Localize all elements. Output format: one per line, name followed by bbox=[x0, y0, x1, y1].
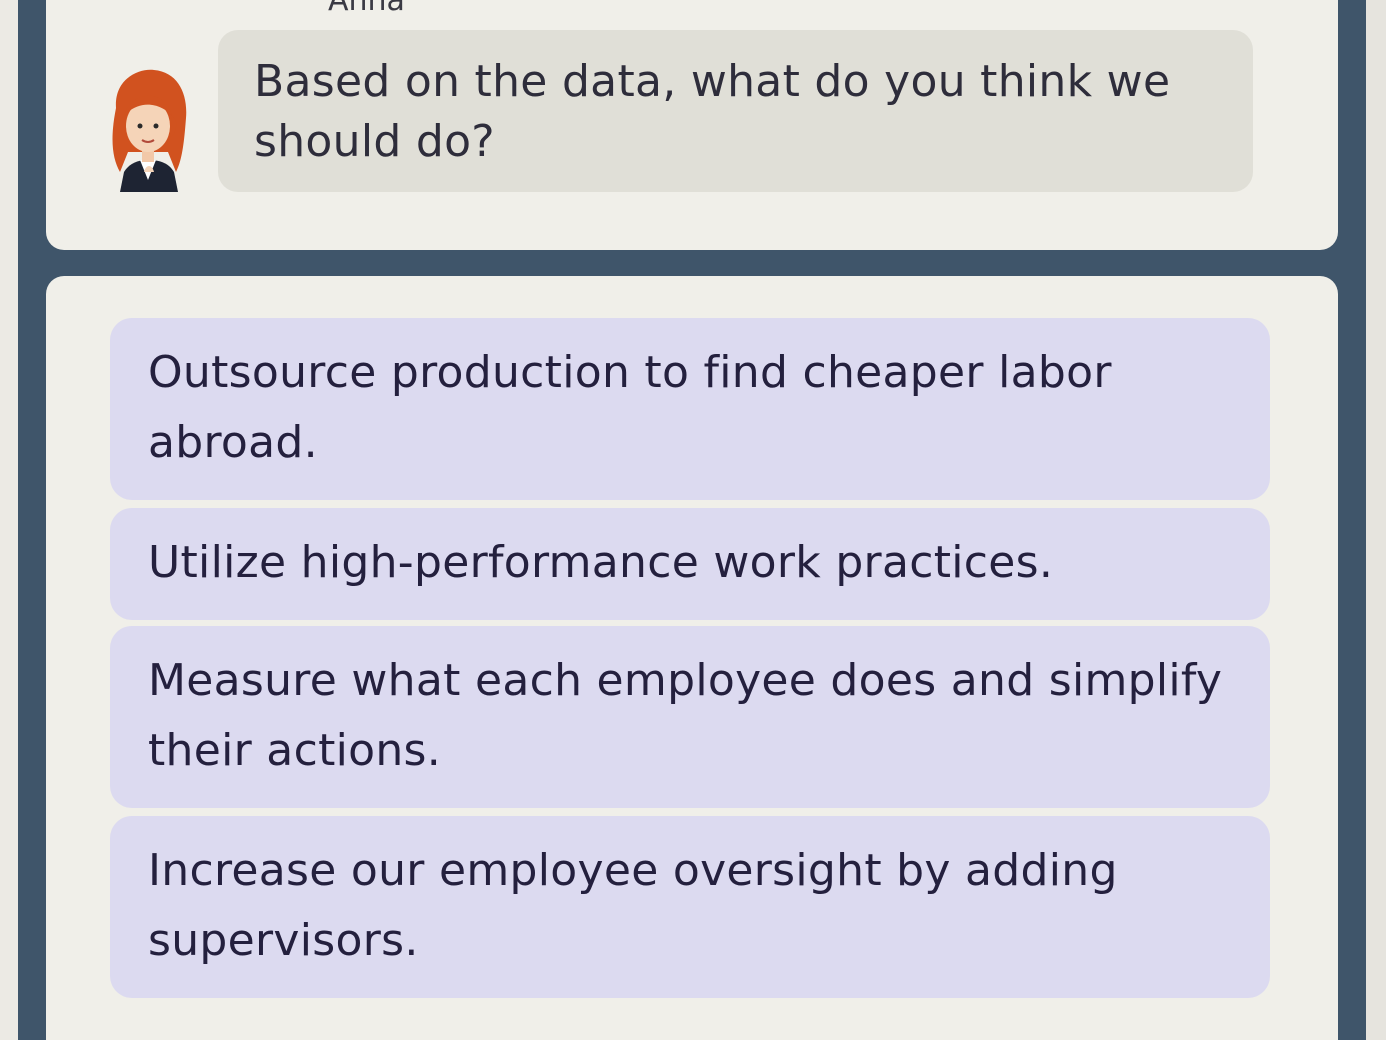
answer-option-2[interactable]: Utilize high-performance work practices. bbox=[110, 508, 1270, 620]
speaker-name: Anna bbox=[328, 0, 405, 18]
avatar-icon bbox=[112, 69, 187, 192]
answer-option-label: Utilize high-performance work practices. bbox=[148, 537, 1054, 588]
answer-option-label: Outsource production to find cheaper lab… bbox=[148, 347, 1112, 468]
answer-option-3[interactable]: Measure what each employee does and simp… bbox=[110, 626, 1270, 808]
answer-option-label: Measure what each employee does and simp… bbox=[148, 655, 1223, 776]
message-text: Based on the data, what do you think we … bbox=[254, 56, 1171, 167]
speech-bubble: Based on the data, what do you think we … bbox=[218, 30, 1253, 192]
screen-edge bbox=[1366, 0, 1386, 1040]
answer-option-4[interactable]: Increase our employee oversight by addin… bbox=[110, 816, 1270, 998]
answer-option-label: Increase our employee oversight by addin… bbox=[148, 845, 1118, 966]
avatar bbox=[106, 68, 190, 192]
answer-option-1[interactable]: Outsource production to find cheaper lab… bbox=[110, 318, 1270, 500]
